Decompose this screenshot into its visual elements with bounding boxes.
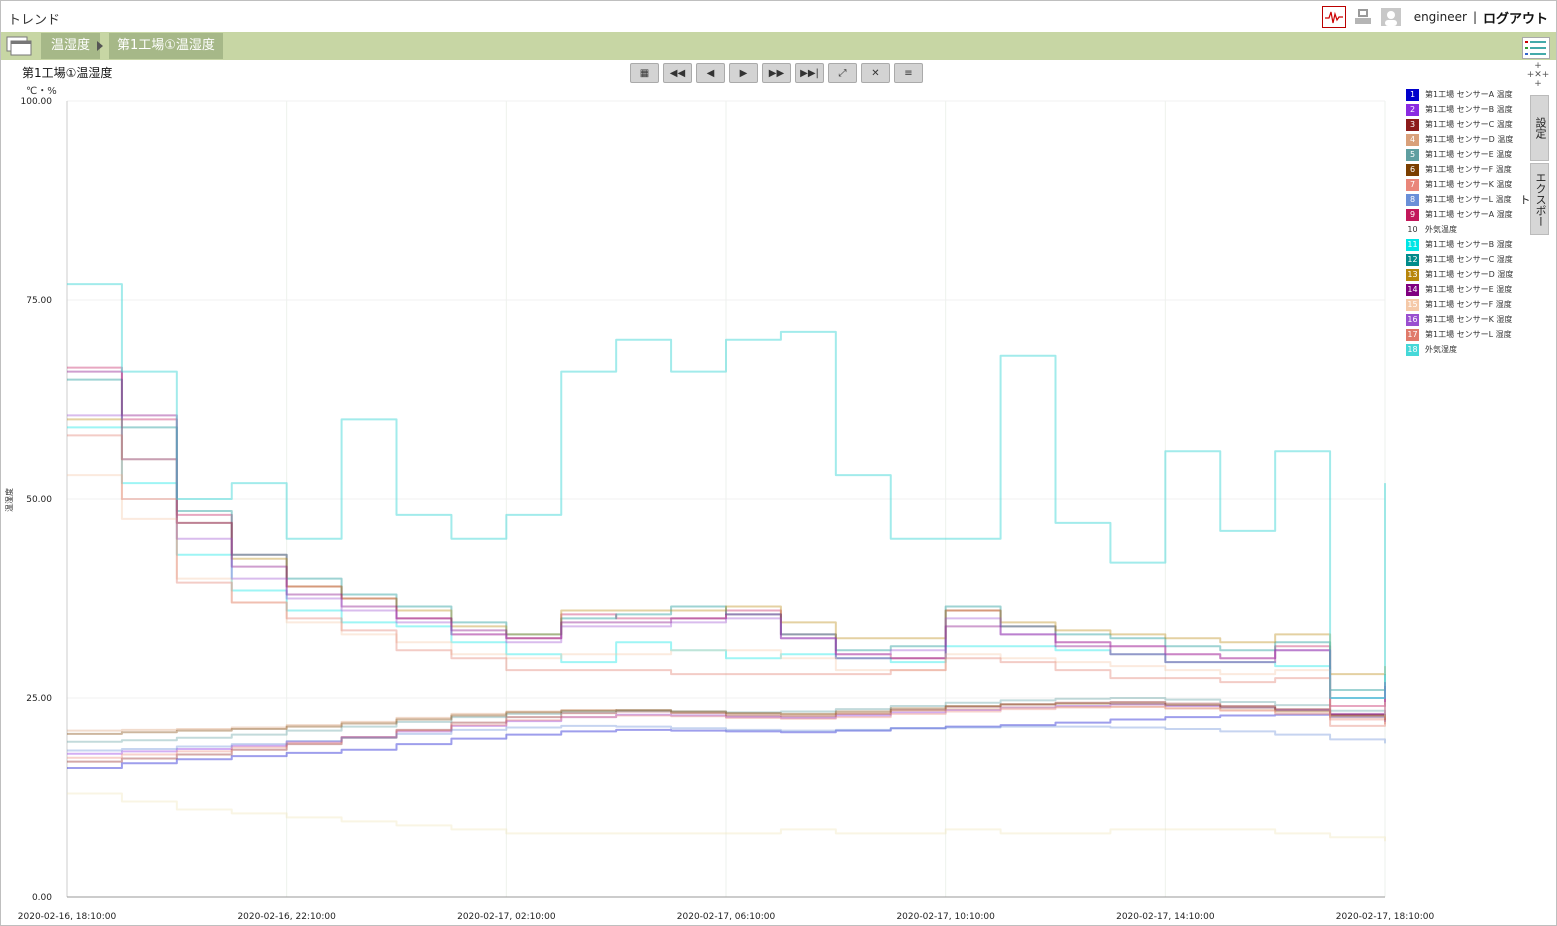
legend-swatch: 17 — [1406, 328, 1419, 341]
zoom-control-icon[interactable]: + +✕+ + — [1525, 62, 1551, 90]
y-tick-label: 75.00 — [26, 296, 52, 306]
legend-swatch: 16 — [1406, 313, 1419, 326]
legend-label: 外気湿度 — [1425, 345, 1457, 354]
legend-item[interactable]: 17 第1工場 センサーL 湿度 — [1406, 327, 1531, 342]
legend-item[interactable]: 15 第1工場 センサーF 湿度 — [1406, 297, 1531, 312]
legend-label: 第1工場 センサーK 温度 — [1425, 180, 1513, 189]
export-tab[interactable]: エクスポート — [1518, 163, 1549, 235]
x-tick-label: 2020-02-17, 18:10:00 — [1336, 912, 1435, 922]
legend-label: 第1工場 センサーE 温度 — [1425, 150, 1513, 159]
side-tabs: 設定 エクスポート — [1518, 95, 1549, 235]
legend-item[interactable]: 9 第1工場 センサーA 湿度 — [1406, 207, 1531, 222]
y-tick-label: 50.00 — [26, 495, 52, 505]
legend-swatch: 15 — [1406, 298, 1419, 311]
x-tick-label: 2020-02-16, 22:10:00 — [237, 912, 336, 922]
legend-item[interactable]: 3 第1工場 センサーC 温度 — [1406, 117, 1531, 132]
legend-item[interactable]: 4 第1工場 センサーD 温度 — [1406, 132, 1531, 147]
legend-item[interactable]: 16 第1工場 センサーK 湿度 — [1406, 312, 1531, 327]
legend-swatch: 11 — [1406, 238, 1419, 251]
y-tick-label: 0.00 — [32, 893, 52, 903]
x-tick-label: 2020-02-17, 02:10:00 — [457, 912, 556, 922]
x-tick-label: 2020-02-17, 06:10:00 — [677, 912, 776, 922]
legend-label: 第1工場 センサーA 湿度 — [1425, 210, 1513, 219]
legend-label: 第1工場 センサーB 温度 — [1425, 105, 1513, 114]
legend-label: 第1工場 センサーL 温度 — [1425, 195, 1512, 204]
legend-label: 第1工場 センサーK 湿度 — [1425, 315, 1513, 324]
x-tick-label: 2020-02-17, 10:10:00 — [896, 912, 995, 922]
legend-swatch: 9 — [1406, 208, 1419, 221]
legend-label: 第1工場 センサーE 湿度 — [1425, 285, 1513, 294]
legend-label: 第1工場 センサーD 温度 — [1425, 135, 1514, 144]
legend-item[interactable]: 5 第1工場 センサーE 温度 — [1406, 147, 1531, 162]
legend-item[interactable]: 11 第1工場 センサーB 湿度 — [1406, 237, 1531, 252]
legend-swatch: 10 — [1406, 223, 1419, 236]
x-tick-label: 2020-02-16, 18:10:00 — [18, 912, 117, 922]
legend-swatch: 5 — [1406, 148, 1419, 161]
legend-item[interactable]: 8 第1工場 センサーL 温度 — [1406, 192, 1531, 207]
trend-chart[interactable]: 2020-02-16, 18:10:00 2020-02-16, 22:10:00… — [0, 0, 1557, 926]
legend-swatch: 12 — [1406, 253, 1419, 266]
legend-swatch: 14 — [1406, 283, 1419, 296]
legend-item[interactable]: 18 外気湿度 — [1406, 342, 1531, 357]
legend-label: 第1工場 センサーF 湿度 — [1425, 300, 1512, 309]
x-tick-label: 2020-02-17, 14:10:00 — [1116, 912, 1215, 922]
settings-tab[interactable]: 設定 — [1530, 95, 1549, 161]
legend-swatch: 6 — [1406, 163, 1419, 176]
legend-swatch: 8 — [1406, 193, 1419, 206]
legend-label: 第1工場 センサーB 湿度 — [1425, 240, 1513, 249]
legend-item[interactable]: 7 第1工場 センサーK 温度 — [1406, 177, 1531, 192]
legend: 1 第1工場 センサーA 温度 2 第1工場 センサーB 温度 3 第1工場 センサーC … — [1406, 87, 1531, 357]
legend-swatch: 1 — [1406, 88, 1419, 101]
legend-label: 第1工場 センサーC 温度 — [1425, 120, 1513, 129]
legend-swatch: 3 — [1406, 118, 1419, 131]
y-axis-label: 温湿度 — [4, 488, 14, 512]
legend-item[interactable]: 13 第1工場 センサーD 湿度 — [1406, 267, 1531, 282]
legend-swatch: 4 — [1406, 133, 1419, 146]
legend-label: 第1工場 センサーC 湿度 — [1425, 255, 1513, 264]
legend-label: 第1工場 センサーD 湿度 — [1425, 270, 1514, 279]
y-tick-label: 100.00 — [21, 97, 53, 107]
legend-item[interactable]: 6 第1工場 センサーF 温度 — [1406, 162, 1531, 177]
legend-label: 第1工場 センサーF 温度 — [1425, 165, 1512, 174]
legend-swatch: 18 — [1406, 343, 1419, 356]
legend-swatch: 2 — [1406, 103, 1419, 116]
legend-item[interactable]: 10 外気温度 — [1406, 222, 1531, 237]
y-tick-label: 25.00 — [26, 694, 52, 704]
legend-swatch: 7 — [1406, 178, 1419, 191]
legend-item[interactable]: 12 第1工場 センサーC 湿度 — [1406, 252, 1531, 267]
legend-label: 第1工場 センサーA 温度 — [1425, 90, 1513, 99]
legend-label: 第1工場 センサーL 湿度 — [1425, 330, 1512, 339]
legend-item[interactable]: 2 第1工場 センサーB 温度 — [1406, 102, 1531, 117]
legend-item[interactable]: 14 第1工場 センサーE 湿度 — [1406, 282, 1531, 297]
legend-label: 外気温度 — [1425, 225, 1457, 234]
legend-swatch: 13 — [1406, 268, 1419, 281]
legend-item[interactable]: 1 第1工場 センサーA 温度 — [1406, 87, 1531, 102]
